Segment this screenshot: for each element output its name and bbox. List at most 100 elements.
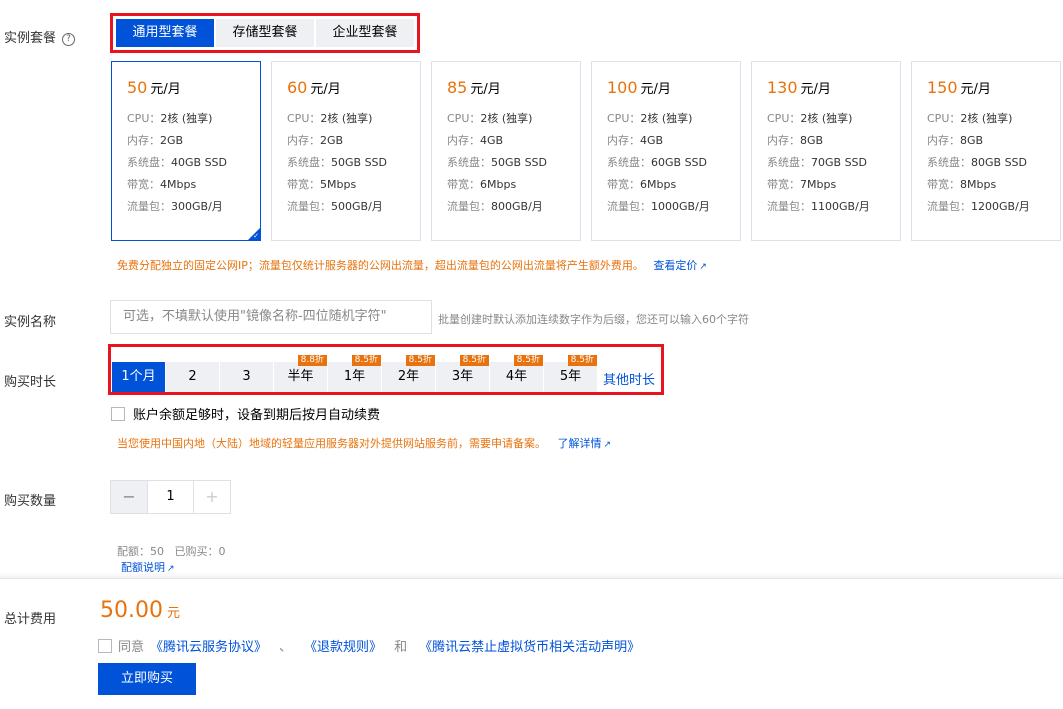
tab-storage-package[interactable]: 存储型套餐 [216, 19, 314, 47]
spec-value: 1000GB/月 [651, 200, 710, 213]
tab-general-package[interactable]: 通用型套餐 [116, 19, 214, 47]
plan-price-unit: 元/月 [640, 82, 671, 97]
plan-spec-cpu: CPU：2核 (独享) [287, 108, 420, 130]
spec-key: 带宽： [767, 178, 800, 191]
decrement-button[interactable]: − [111, 481, 147, 513]
plan-price-unit: 元/月 [960, 82, 991, 97]
plan-card-50[interactable]: 50 元/月 CPU：2核 (独享) 内存：2GB 系统盘：40GB SSD 带宽：4Mb… [111, 61, 261, 241]
increment-button[interactable]: + [194, 481, 230, 513]
spec-key: 带宽： [607, 178, 640, 191]
agree-checkbox[interactable] [98, 638, 112, 653]
tab-enterprise-package[interactable]: 企业型套餐 [316, 19, 414, 47]
spec-key: 系统盘： [287, 156, 331, 169]
plan-card-130[interactable]: 130 元/月 CPU：2核 (独享) 内存：8GB 系统盘：70GB SSD 带宽：7M… [751, 61, 901, 241]
plan-card-100[interactable]: 100 元/月 CPU：2核 (独享) 内存：4GB 系统盘：60GB SSD 带宽：6M… [591, 61, 741, 241]
plan-spec-bw: 带宽：6Mbps [447, 174, 580, 196]
plan-price-value: 150 [927, 78, 958, 97]
service-agreement-link[interactable]: 《腾讯云服务协议》 [150, 636, 267, 655]
refund-rules-link[interactable]: 《退款规则》 [304, 636, 382, 655]
plan-card-60[interactable]: 60 元/月 CPU：2核 (独享) 内存：2GB 系统盘：50GB SSD 带宽：5Mb… [271, 61, 421, 241]
spec-key: 流量包： [927, 200, 971, 213]
spec-value: 2GB [160, 134, 184, 147]
spec-key: 内存： [287, 134, 320, 147]
duration-option-label: 2年 [397, 369, 420, 384]
package-tabs: 通用型套餐 存储型套餐 企业型套餐 [110, 13, 420, 53]
plan-spec-mem: 内存：2GB [287, 130, 420, 152]
spec-key: 带宽： [127, 178, 160, 191]
spec-value: 4GB [640, 134, 664, 147]
quantity-input[interactable]: 1 [147, 481, 194, 513]
plan-spec-traffic: 流量包：1000GB/月 [607, 196, 740, 218]
check-icon: ✓ [253, 232, 259, 240]
spec-key: 系统盘： [927, 156, 971, 169]
plan-spec-disk: 系统盘：50GB SSD [447, 152, 580, 174]
instance-name-input[interactable]: 可选，不填默认使用"镜像名称-四位随机字符" [110, 300, 432, 334]
quantity-stepper: − 1 + [110, 480, 231, 514]
agreement-row: 同意 《腾讯云服务协议》 、 《退款规则》 和 《腾讯云禁止虚拟货币相关活动声明… [98, 636, 640, 655]
plan-price-unit: 元/月 [310, 82, 341, 97]
plan-card-150[interactable]: 150 元/月 CPU：2核 (独享) 内存：8GB 系统盘：80GB SSD 带宽：8M… [911, 61, 1061, 241]
spec-key: 流量包： [767, 200, 811, 213]
spec-value: 2核 (独享) [640, 112, 693, 125]
discount-badge: 8.8折 [297, 355, 327, 366]
plan-price: 150 元/月 [927, 78, 1060, 100]
plan-card-85[interactable]: 85 元/月 CPU：2核 (独享) 内存：4GB 系统盘：50GB SSD 带宽：6Mb… [431, 61, 581, 241]
plan-spec-cpu: CPU：2核 (独享) [607, 108, 740, 130]
spec-key: CPU： [927, 112, 961, 125]
duration-option-label: 1年 [343, 369, 366, 384]
spec-value: 4Mbps [160, 178, 197, 191]
duration-option[interactable]: 1年 8.5折 [328, 355, 381, 392]
duration-option[interactable]: 3 [220, 362, 273, 392]
duration-option[interactable]: 半年 8.8折 [274, 355, 327, 392]
plan-spec-traffic: 流量包：1100GB/月 [767, 196, 900, 218]
quantity-label: 购买数量 [4, 494, 57, 509]
spec-value: 1200GB/月 [971, 200, 1030, 213]
help-icon[interactable]: ? [62, 33, 76, 46]
buy-now-button[interactable]: 立即购买 [98, 663, 196, 695]
agree-prefix: 同意 [118, 640, 145, 655]
spec-value: 80GB SSD [971, 156, 1027, 169]
plan-price: 60 元/月 [287, 78, 420, 100]
plan-spec-cpu: CPU：2核 (独享) [767, 108, 900, 130]
duration-option[interactable]: 1个月 [112, 362, 165, 392]
spec-value: 2GB [320, 134, 344, 147]
spec-key: 系统盘： [127, 156, 171, 169]
plan-spec-bw: 带宽：4Mbps [127, 174, 260, 196]
plan-price-value: 100 [607, 78, 638, 97]
spec-key: 内存： [607, 134, 640, 147]
plan-spec-disk: 系统盘：60GB SSD [607, 152, 740, 174]
duration-option-label: 3年 [451, 369, 474, 384]
spec-value: 7Mbps [800, 178, 837, 191]
spec-key: 带宽： [287, 178, 320, 191]
duration-option-label: 2 [188, 369, 197, 384]
plan-spec-mem: 内存：8GB [767, 130, 900, 152]
duration-selector: 其他时长 1个月 2 3 半年 8.8折 1年 8.5折 2年 8.5折 3年 8.5折 4年 8.5折… [108, 344, 664, 395]
spec-value: 4GB [480, 134, 504, 147]
learn-more-link[interactable]: 了解详情 ↗ [558, 437, 612, 450]
auto-renew-checkbox[interactable] [111, 406, 125, 421]
duration-option[interactable]: 5年 8.5折 [544, 355, 597, 392]
duration-option-label: 1个月 [121, 369, 156, 384]
plan-price: 100 元/月 [607, 78, 740, 100]
duration-option[interactable]: 2年 8.5折 [382, 355, 435, 392]
duration-option[interactable]: 4年 8.5折 [490, 355, 543, 392]
spec-value: 2核 (独享) [800, 112, 853, 125]
plan-price-unit: 元/月 [470, 82, 501, 97]
quota-text: 配额：50 已购买：0 [117, 545, 226, 558]
crypto-statement-link[interactable]: 《腾讯云禁止虚拟货币相关活动声明》 [419, 636, 640, 655]
spec-key: 流量包： [447, 200, 491, 213]
plan-price-value: 85 [447, 78, 468, 97]
package-label-text: 实例套餐 [4, 31, 57, 46]
duration-option[interactable]: 3年 8.5折 [436, 355, 489, 392]
spec-value: 2核 (独享) [320, 112, 373, 125]
duration-label: 购买时长 [4, 375, 57, 390]
package-label: 实例套餐? [4, 27, 76, 46]
spec-key: 系统盘： [447, 156, 491, 169]
other-duration-link[interactable]: 其他时长 [603, 369, 655, 388]
view-pricing-link[interactable]: 查看定价 ↗ [653, 259, 707, 272]
name-label: 实例名称 [4, 315, 57, 330]
discount-badge: 8.5折 [351, 355, 381, 366]
duration-option[interactable]: 2 [166, 362, 219, 392]
plan-spec-disk: 系统盘：50GB SSD [287, 152, 420, 174]
plan-spec-mem: 内存：8GB [927, 130, 1060, 152]
